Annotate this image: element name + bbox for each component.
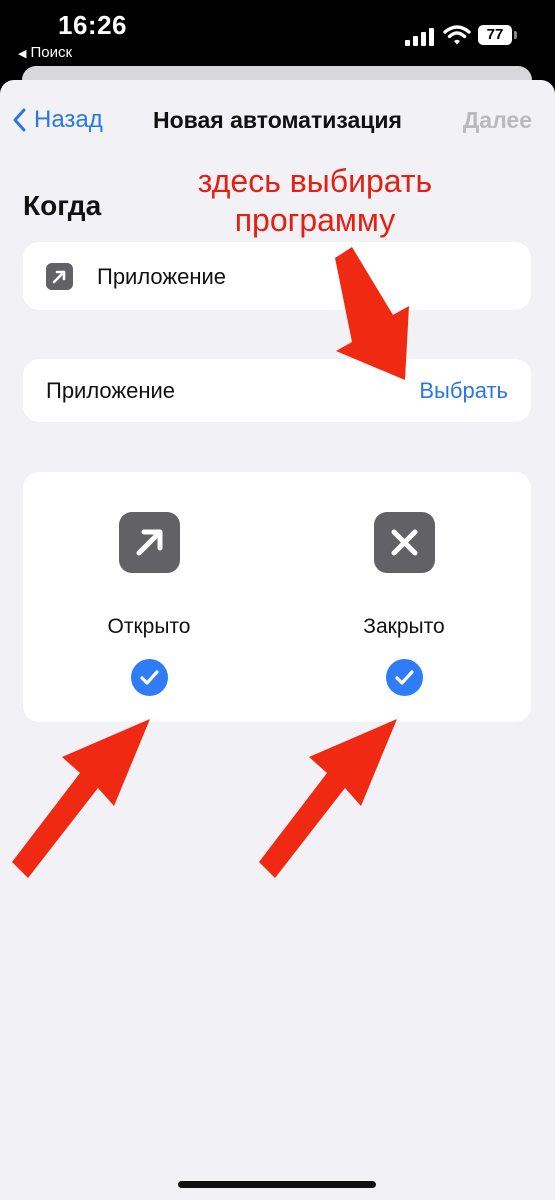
status-time: 16:26 — [58, 10, 127, 40]
close-x-icon — [374, 512, 435, 573]
cellular-signal-icon — [405, 28, 437, 46]
app-select-row: Приложение Выбрать — [23, 359, 531, 422]
automation-sheet: Назад Новая автоматизация Далее Когда Пр… — [0, 80, 555, 1200]
navigation-bar: Назад Новая автоматизация Далее — [0, 80, 555, 160]
section-title-when: Когда — [23, 190, 102, 221]
option-opened[interactable]: Открыто — [49, 472, 249, 722]
back-to-app-label: Поиск — [30, 44, 73, 61]
option-opened-label: Открыто — [107, 615, 191, 638]
option-closed[interactable]: Закрыто — [304, 472, 504, 722]
battery-tip — [514, 31, 517, 39]
home-indicator — [178, 1181, 376, 1188]
arrow-up-right-icon — [46, 263, 73, 290]
state-options-card: Открыто Закрыто — [23, 472, 531, 722]
trigger-type-row[interactable]: Приложение — [23, 242, 531, 310]
status-bar: 16:26 ◀ Поиск 77 — [0, 0, 555, 66]
wifi-icon — [443, 25, 471, 45]
back-to-app-link[interactable]: ◀ Поиск — [18, 44, 72, 61]
trigger-type-label: Приложение — [97, 264, 227, 289]
checkmark-icon[interactable] — [131, 659, 168, 696]
choose-app-button[interactable]: Выбрать — [419, 378, 508, 404]
option-closed-label: Закрыто — [363, 615, 445, 638]
back-triangle-icon: ◀ — [18, 48, 27, 60]
next-button[interactable]: Далее — [463, 107, 532, 134]
checkmark-icon[interactable] — [386, 659, 423, 696]
app-row-label: Приложение — [46, 378, 176, 403]
battery-icon: 77 — [478, 25, 512, 45]
arrow-up-right-icon — [119, 512, 180, 573]
